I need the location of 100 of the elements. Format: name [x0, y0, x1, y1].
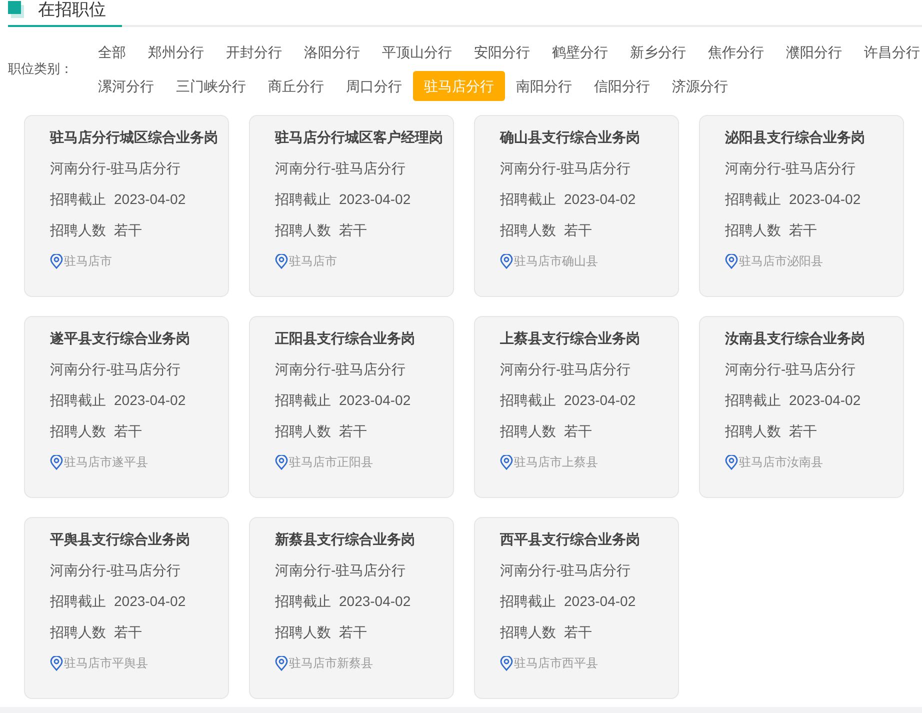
deadline-date: 2023-04-02 [114, 190, 186, 209]
job-title: 遂平县支行综合业务岗 [50, 329, 191, 348]
branch-tab[interactable]: 济源分行 [661, 71, 739, 101]
branch-tab[interactable]: 三门峡分行 [165, 71, 257, 101]
headcount-value: 若干 [114, 623, 142, 642]
headcount-label: 招聘人数 [50, 221, 106, 240]
branch-tab[interactable]: 周口分行 [335, 71, 413, 101]
deadline-label: 招聘截止 [500, 391, 556, 410]
branch-tab[interactable]: 安阳分行 [463, 37, 541, 67]
job-branch: 河南分行-驻马店分行 [50, 360, 182, 379]
job-branch: 河南分行-驻马店分行 [50, 159, 182, 178]
deadline-date: 2023-04-02 [339, 391, 411, 410]
headcount-value: 若干 [564, 623, 592, 642]
job-card[interactable]: 汝南县支行综合业务岗 河南分行-驻马店分行 招聘截止 2023-04-02 招聘人数 若干 驻马店市汝南县 [699, 316, 904, 498]
job-location: 驻马店市 [64, 253, 112, 270]
job-card[interactable]: 驻马店分行城区综合业务岗 河南分行-驻马店分行 招聘截止 2023-04-02 招聘人数 若干 驻马店市 [24, 115, 229, 297]
job-branch: 河南分行-驻马店分行 [50, 561, 182, 580]
branch-tab[interactable]: 鹤壁分行 [541, 37, 619, 67]
branch-tab[interactable]: 信阳分行 [583, 71, 661, 101]
headcount-label: 招聘人数 [725, 422, 781, 441]
deadline-label: 招聘截止 [50, 592, 106, 611]
location-pin-icon [50, 656, 63, 670]
job-card[interactable]: 上蔡县支行综合业务岗 河南分行-驻马店分行 招聘截止 2023-04-02 招聘人数 若干 驻马店市上蔡县 [474, 316, 679, 498]
job-card[interactable]: 驻马店分行城区客户经理岗 河南分行-驻马店分行 招聘截止 2023-04-02 招聘人数 若干 驻马店市 [249, 115, 454, 297]
location-pin-icon [50, 454, 63, 470]
location-pin-icon [50, 254, 63, 268]
location-pin-icon [275, 454, 288, 470]
job-card[interactable]: 平舆县支行综合业务岗 河南分行-驻马店分行 招聘截止 2023-04-02 招聘人数 若干 驻马店市平舆县 [24, 517, 229, 699]
deadline-date: 2023-04-02 [564, 592, 636, 611]
deadline-date: 2023-04-02 [789, 190, 861, 209]
location-pin-icon [725, 454, 738, 470]
job-card[interactable]: 确山县支行综合业务岗 河南分行-驻马店分行 招聘截止 2023-04-02 招聘人数 若干 驻马店市确山县 [474, 115, 679, 297]
job-location: 驻马店市上蔡县 [514, 454, 598, 471]
job-location: 驻马店市汝南县 [739, 454, 823, 471]
job-title: 平舆县支行综合业务岗 [50, 530, 191, 549]
job-title: 确山县支行综合业务岗 [500, 128, 641, 147]
branch-tab[interactable]: 平顶山分行 [371, 37, 463, 67]
headcount-label: 招聘人数 [275, 623, 331, 642]
deadline-label: 招聘截止 [275, 592, 331, 611]
location-pin-icon [275, 656, 288, 670]
branch-tab[interactable]: 郑州分行 [137, 37, 215, 67]
job-card[interactable]: 新蔡县支行综合业务岗 河南分行-驻马店分行 招聘截止 2023-04-02 招聘人数 若干 驻马店市新蔡县 [249, 517, 454, 699]
filter-label: 职位类别： [8, 60, 74, 78]
job-card[interactable]: 正阳县支行综合业务岗 河南分行-驻马店分行 招聘截止 2023-04-02 招聘人数 若干 驻马店市正阳县 [249, 316, 454, 498]
deadline-date: 2023-04-02 [114, 391, 186, 410]
job-title: 上蔡县支行综合业务岗 [500, 329, 641, 348]
deadline-label: 招聘截止 [50, 391, 106, 410]
job-branch: 河南分行-驻马店分行 [725, 159, 857, 178]
job-title: 西平县支行综合业务岗 [500, 530, 641, 549]
job-branch: 河南分行-驻马店分行 [500, 561, 632, 580]
deadline-label: 招聘截止 [500, 592, 556, 611]
headcount-value: 若干 [339, 221, 367, 240]
branch-tab[interactable]: 漯河分行 [87, 71, 165, 101]
job-title: 泌阳县支行综合业务岗 [725, 128, 866, 147]
job-location: 驻马店市正阳县 [289, 454, 373, 471]
branch-tab[interactable]: 许昌分行 [853, 37, 922, 67]
deadline-date: 2023-04-02 [339, 592, 411, 611]
job-location: 驻马店市 [289, 253, 337, 270]
headcount-value: 若干 [564, 422, 592, 441]
branch-tab[interactable]: 濮阳分行 [775, 37, 853, 67]
headcount-label: 招聘人数 [500, 221, 556, 240]
location-pin-icon [275, 254, 288, 268]
headcount-value: 若干 [114, 221, 142, 240]
deadline-date: 2023-04-02 [564, 190, 636, 209]
branch-tab[interactable]: 南阳分行 [505, 71, 583, 101]
job-title: 驻马店分行城区综合业务岗 [50, 128, 219, 147]
job-title: 正阳县支行综合业务岗 [275, 329, 416, 348]
branch-tab[interactable]: 商丘分行 [257, 71, 335, 101]
branch-tab[interactable]: 洛阳分行 [293, 37, 371, 67]
deadline-label: 招聘截止 [725, 190, 781, 209]
branch-tab[interactable]: 开封分行 [215, 37, 293, 67]
header-square-icon [8, 1, 24, 18]
job-branch: 河南分行-驻马店分行 [275, 360, 407, 379]
headcount-label: 招聘人数 [275, 221, 331, 240]
location-pin-icon [725, 254, 738, 268]
deadline-label: 招聘截止 [500, 190, 556, 209]
location-pin-icon [500, 254, 513, 268]
headcount-value: 若干 [564, 221, 592, 240]
headcount-value: 若干 [339, 623, 367, 642]
branch-tab[interactable]: 焦作分行 [697, 37, 775, 67]
branch-tab[interactable]: 全部 [87, 37, 137, 67]
job-branch: 河南分行-驻马店分行 [500, 159, 632, 178]
job-title: 驻马店分行城区客户经理岗 [275, 128, 444, 147]
job-location: 驻马店市平舆县 [64, 655, 148, 672]
headcount-value: 若干 [789, 422, 817, 441]
job-card[interactable]: 泌阳县支行综合业务岗 河南分行-驻马店分行 招聘截止 2023-04-02 招聘人数 若干 驻马店市泌阳县 [699, 115, 904, 297]
job-location: 驻马店市遂平县 [64, 454, 148, 471]
location-pin-icon [500, 656, 513, 670]
job-card[interactable]: 遂平县支行综合业务岗 河南分行-驻马店分行 招聘截止 2023-04-02 招聘人数 若干 驻马店市遂平县 [24, 316, 229, 498]
headcount-label: 招聘人数 [500, 623, 556, 642]
job-card[interactable]: 西平县支行综合业务岗 河南分行-驻马店分行 招聘截止 2023-04-02 招聘人数 若干 驻马店市西平县 [474, 517, 679, 699]
deadline-label: 招聘截止 [275, 391, 331, 410]
deadline-date: 2023-04-02 [339, 190, 411, 209]
job-title: 汝南县支行综合业务岗 [725, 329, 866, 348]
headcount-label: 招聘人数 [50, 422, 106, 441]
branch-tab[interactable]: 新乡分行 [619, 37, 697, 67]
section-title: 在招职位 [38, 0, 106, 20]
job-branch: 河南分行-驻马店分行 [275, 561, 407, 580]
headcount-value: 若干 [114, 422, 142, 441]
job-location: 驻马店市西平县 [514, 655, 598, 672]
